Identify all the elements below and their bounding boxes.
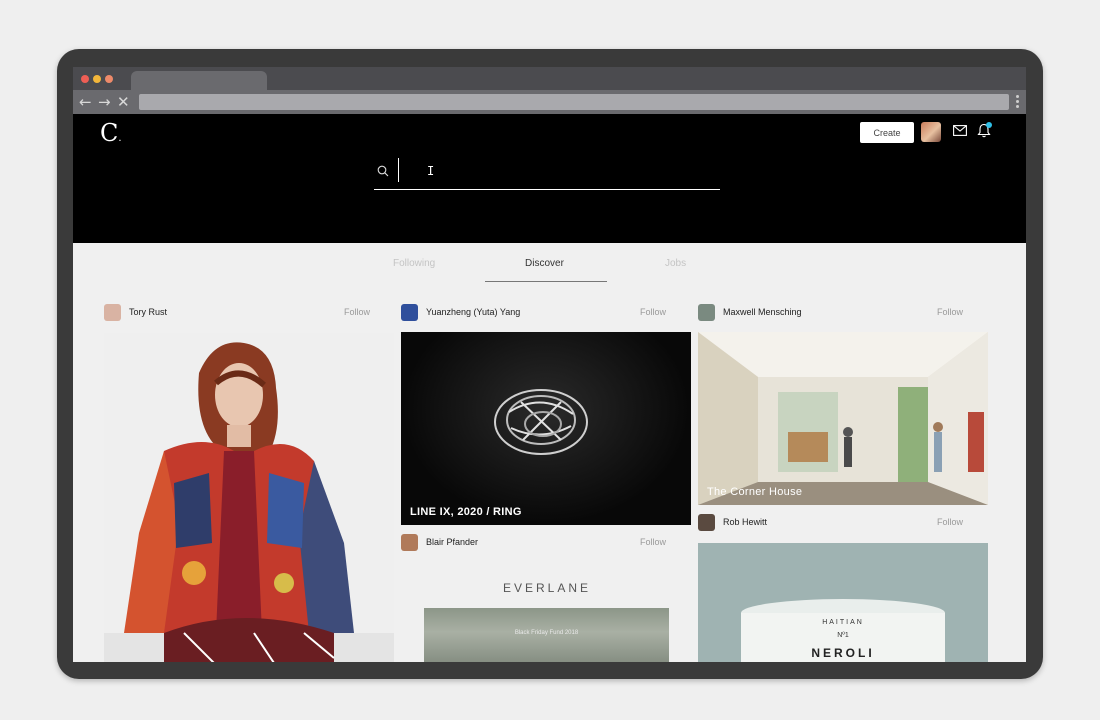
forward-arrow-icon[interactable]: → <box>98 93 111 111</box>
avatar[interactable] <box>401 304 418 321</box>
browser-toolbar: ← → ✕ <box>73 90 1026 114</box>
brand-logo[interactable]: C. <box>100 119 122 153</box>
browser-window: ← → ✕ C. Create I Following Discover Job… <box>73 67 1026 662</box>
create-button[interactable]: Create <box>860 122 914 143</box>
post-author[interactable]: Blair Pfander <box>426 537 478 547</box>
candle-photo <box>741 599 945 662</box>
tab-jobs[interactable]: Jobs <box>665 258 686 269</box>
post-image-fashion[interactable] <box>104 333 394 662</box>
post-header-rob-hewitt: Rob Hewitt Follow <box>698 514 963 532</box>
notification-badge <box>986 122 992 128</box>
window-controls <box>81 75 113 83</box>
interior-render <box>698 332 988 505</box>
follow-button[interactable]: Follow <box>937 307 963 317</box>
post-header-tory-rust: Tory Rust Follow <box>104 304 370 322</box>
follow-button[interactable]: Follow <box>640 537 666 547</box>
tab-discover[interactable]: Discover <box>525 258 564 269</box>
everlane-brand-logo: EVERLANE <box>502 581 592 595</box>
search-underline <box>374 189 720 190</box>
feed-tabs: Following Discover Jobs <box>73 243 1026 293</box>
tab-following[interactable]: Following <box>393 258 435 269</box>
post-author[interactable]: Yuanzheng (Yuta) Yang <box>426 307 520 317</box>
card-title: LINE IX, 2020 / RING <box>410 506 522 518</box>
post-author[interactable]: Tory Rust <box>129 307 167 317</box>
back-arrow-icon[interactable]: ← <box>79 93 92 111</box>
stop-loading-icon[interactable]: ✕ <box>117 93 130 111</box>
browser-menu-icon[interactable] <box>1016 95 1019 110</box>
post-author[interactable]: Maxwell Mensching <box>723 307 802 317</box>
active-tab-indicator <box>485 281 607 282</box>
candle-label-top: HAITIAN <box>822 619 864 626</box>
user-avatar[interactable] <box>921 122 941 142</box>
post-image-everlane[interactable]: Black Friday Fund 2018 <box>424 608 669 662</box>
avatar[interactable] <box>698 304 715 321</box>
minimize-window-icon[interactable] <box>93 75 101 83</box>
browser-tab[interactable] <box>131 71 267 90</box>
follow-button[interactable]: Follow <box>344 307 370 317</box>
candle-label-number: Nº1 <box>837 632 849 639</box>
follow-button[interactable]: Follow <box>937 517 963 527</box>
ring-photo <box>494 389 588 455</box>
zoom-window-icon[interactable] <box>105 75 113 83</box>
post-header-yuanzheng-yang: Yuanzheng (Yuta) Yang Follow <box>401 304 666 322</box>
post-header-maxwell-mensching: Maxwell Mensching Follow <box>698 304 963 322</box>
browser-tab-bar <box>73 67 1026 90</box>
follow-button[interactable]: Follow <box>640 307 666 317</box>
address-bar[interactable] <box>139 94 1009 110</box>
brand-logo-dot: . <box>118 133 122 144</box>
avatar[interactable] <box>401 534 418 551</box>
post-image-ring[interactable]: LINE IX, 2020 / RING <box>401 332 691 525</box>
candle-label-name: NEROLI <box>811 646 875 660</box>
avatar[interactable] <box>104 304 121 321</box>
text-cursor-icon: I <box>427 164 435 178</box>
search-input[interactable] <box>398 158 718 182</box>
avatar[interactable] <box>698 514 715 531</box>
close-window-icon[interactable] <box>81 75 89 83</box>
card-title: The Corner House <box>707 486 803 498</box>
post-image-neroli-candle[interactable]: HAITIAN Nº1 NEROLI <box>698 543 988 662</box>
post-image-corner-house[interactable]: The Corner House <box>698 332 988 505</box>
app-header: C. Create I <box>73 114 1026 243</box>
post-author[interactable]: Rob Hewitt <box>723 517 767 527</box>
mail-icon[interactable] <box>953 125 967 136</box>
fashion-photo <box>104 342 394 662</box>
search-icon <box>377 165 389 177</box>
brand-logo-letter: C <box>100 119 119 147</box>
post-header-blair-pfander: Blair Pfander Follow <box>401 534 666 552</box>
image-caption: Black Friday Fund 2018 <box>514 630 579 636</box>
